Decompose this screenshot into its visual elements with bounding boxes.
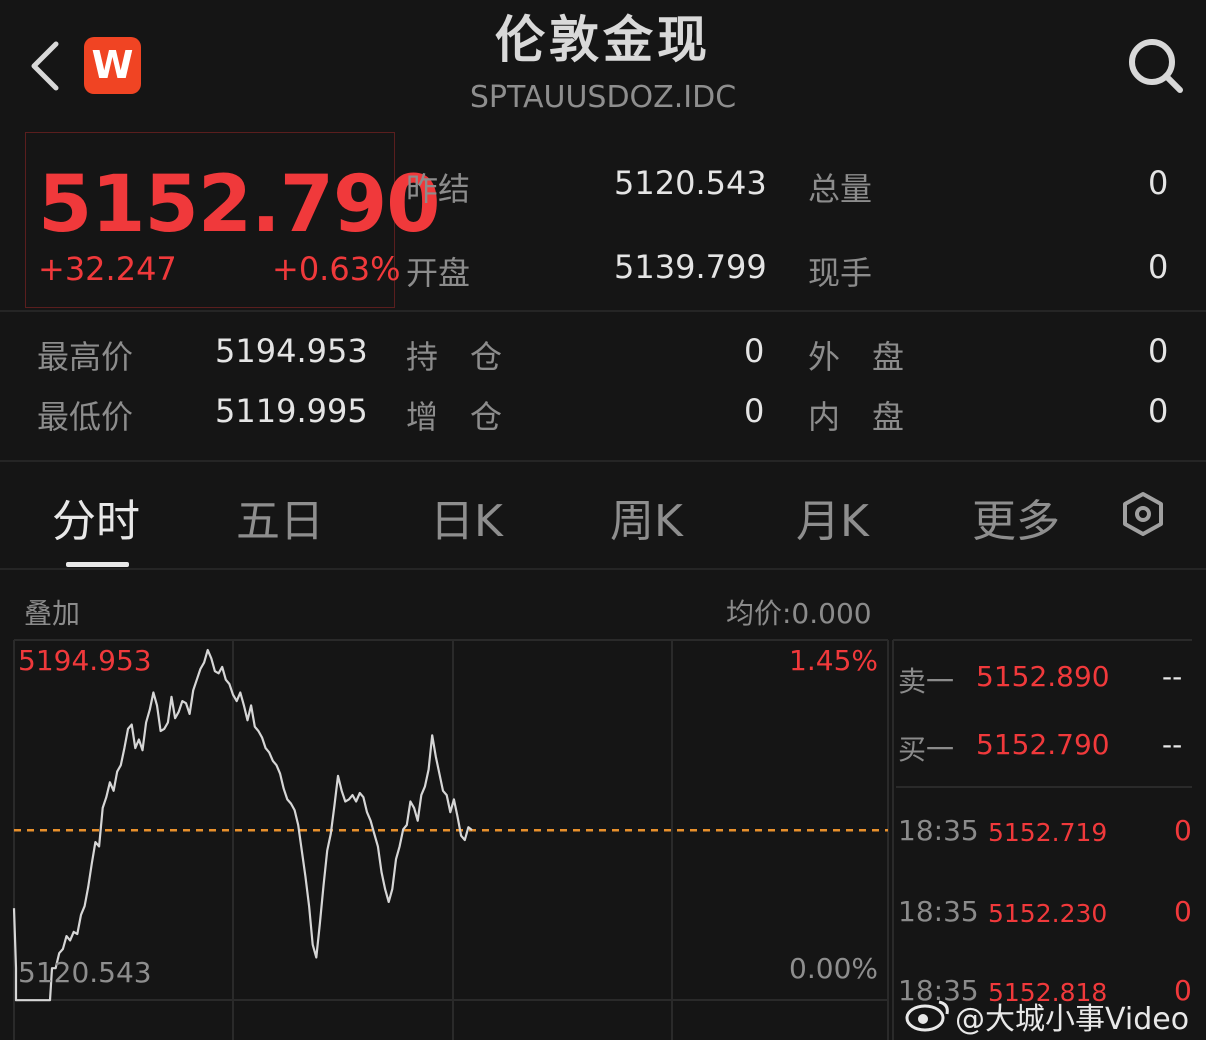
tab-monthly-k[interactable]: 月K (796, 485, 869, 549)
tick-price: 5152.230 (988, 899, 1108, 928)
y-top-label: 5194.953 (18, 644, 152, 677)
tab-intraday[interactable]: 分时 (52, 485, 140, 549)
bid-label: 买一 (898, 733, 955, 766)
price-change-pct: +0.63% (272, 250, 401, 288)
search-icon[interactable] (1126, 36, 1186, 96)
ask-label: 卖一 (898, 665, 955, 698)
last-price: 5152.790 (38, 160, 441, 250)
oi-change-label: 增 仓 (406, 398, 503, 436)
divider (0, 460, 1206, 462)
overlay-button[interactable]: 叠加 (24, 592, 80, 632)
outer-volume-label: 外 盘 (808, 338, 905, 376)
y-bottom-label: 5120.543 (18, 956, 152, 989)
oi-change-value: 0 (744, 392, 765, 430)
tab-daily-k[interactable]: 日K (430, 485, 503, 549)
avg-price-label: 均价:0.000 (726, 597, 872, 630)
page-title: 伦敦金现 (495, 11, 711, 69)
bid-price: 5152.790 (976, 728, 1110, 761)
open-interest-value: 0 (744, 332, 765, 370)
tick-volume: 0 (1174, 895, 1192, 928)
total-volume-label: 总量 (808, 170, 873, 208)
high-label: 最高价 (37, 338, 134, 376)
tick-price: 5152.719 (988, 818, 1108, 847)
open-value: 5139.799 (614, 248, 767, 286)
ask-volume: -- (1162, 660, 1183, 693)
current-hand-value: 0 (1148, 248, 1169, 286)
weibo-logo-icon (905, 1000, 949, 1032)
instrument-code: SPTAUUSDOZ.IDC (469, 80, 737, 115)
open-interest-label: 持 仓 (406, 338, 503, 376)
low-value: 5119.995 (215, 392, 368, 430)
inner-volume-value: 0 (1148, 392, 1169, 430)
tick-time: 18:35 (898, 814, 979, 847)
tab-weekly-k[interactable]: 周K (610, 485, 683, 549)
orderbook-divider (896, 786, 1192, 788)
price-line (12, 648, 473, 1002)
settings-hexagon-icon[interactable] (1120, 490, 1166, 538)
tab-five-day[interactable]: 五日 (236, 485, 324, 549)
price-change: +32.247 (38, 250, 177, 288)
divider (0, 568, 1206, 570)
ask-price: 5152.890 (976, 660, 1110, 693)
active-tab-indicator (66, 562, 129, 567)
tab-more[interactable]: 更多 (972, 485, 1060, 549)
low-label: 最低价 (37, 398, 134, 436)
pct-bottom-label: 0.00% (789, 952, 878, 985)
pct-top-label: 1.45% (789, 644, 878, 677)
open-label: 开盘 (406, 254, 471, 292)
high-value: 5194.953 (215, 332, 368, 370)
prev-settle-label: 昨结 (406, 170, 471, 208)
tick-volume: 0 (1174, 814, 1192, 847)
current-hand-label: 现手 (808, 254, 873, 292)
tick-time: 18:35 (898, 895, 979, 928)
inner-volume-label: 内 盘 (808, 398, 905, 436)
watermark: @大城小事Video (955, 1002, 1190, 1037)
bid-volume: -- (1162, 728, 1183, 761)
prev-settle-value: 5120.543 (614, 164, 767, 202)
divider (0, 310, 1206, 312)
total-volume-value: 0 (1148, 164, 1169, 202)
outer-volume-value: 0 (1148, 332, 1169, 370)
